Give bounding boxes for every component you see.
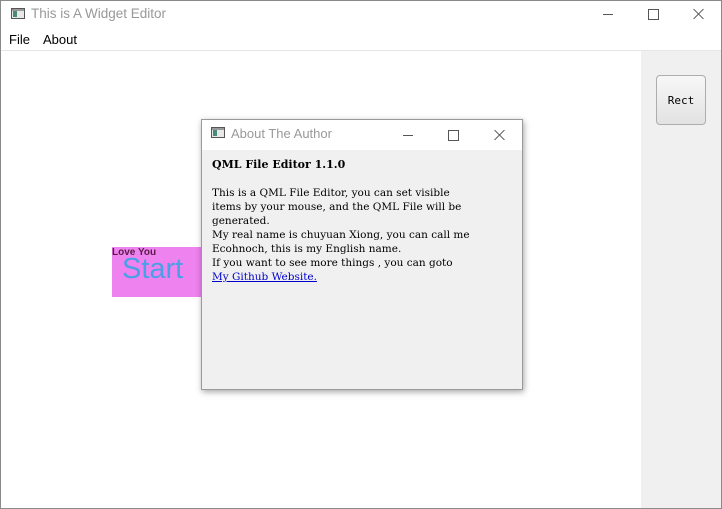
maximize-button[interactable] bbox=[630, 1, 676, 27]
close-icon bbox=[493, 129, 505, 141]
window-titlebar[interactable]: This is A Widget Editor bbox=[1, 1, 721, 28]
minimize-icon bbox=[403, 134, 413, 136]
dialog-title: About The Author bbox=[231, 126, 332, 141]
menu-about[interactable]: About bbox=[43, 32, 77, 47]
main-window: This is A Widget Editor File About Rect … bbox=[0, 0, 722, 509]
menu-file[interactable]: File bbox=[9, 32, 30, 47]
dialog-titlebar[interactable]: About The Author bbox=[202, 120, 522, 150]
dialog-text-line: If you want to see more things , you can… bbox=[212, 257, 453, 269]
dialog-text-line: generated. bbox=[212, 215, 270, 227]
dialog-text-line: items by your mouse, and the QML File wi… bbox=[212, 201, 462, 213]
close-icon bbox=[692, 8, 704, 20]
minimize-button[interactable] bbox=[585, 1, 631, 27]
minimize-icon bbox=[603, 13, 613, 15]
dialog-text-line: This is a QML File Editor, you can set v… bbox=[212, 187, 450, 199]
start-widget[interactable]: Love You Start bbox=[112, 247, 210, 297]
close-button[interactable] bbox=[675, 1, 721, 27]
dialog-maximize-button[interactable] bbox=[430, 122, 476, 148]
dialog-minimize-button[interactable] bbox=[385, 122, 431, 148]
maximize-icon bbox=[647, 8, 659, 20]
app-icon bbox=[11, 8, 25, 19]
dialog-app-icon bbox=[211, 127, 225, 138]
dialog-text-line: My real name is chuyuan Xiong, you can c… bbox=[212, 229, 470, 241]
rect-button[interactable]: Rect bbox=[656, 75, 706, 125]
menubar: File About bbox=[1, 29, 721, 51]
dialog-close-button[interactable] bbox=[476, 122, 522, 148]
dialog-text-line: Ecohnoch, this is my English name. bbox=[212, 243, 402, 255]
dialog-body: QML File Editor 1.1.0 This is a QML File… bbox=[212, 158, 512, 284]
about-dialog: About The Author QML File Editor 1.1.0 T… bbox=[201, 119, 523, 390]
github-link[interactable]: My Github Website. bbox=[212, 271, 317, 283]
widget-start-text: Start bbox=[122, 253, 184, 285]
maximize-icon bbox=[447, 129, 459, 141]
window-title: This is A Widget Editor bbox=[31, 6, 167, 21]
tool-panel: Rect bbox=[641, 51, 721, 508]
dialog-heading: QML File Editor 1.1.0 bbox=[212, 158, 346, 171]
